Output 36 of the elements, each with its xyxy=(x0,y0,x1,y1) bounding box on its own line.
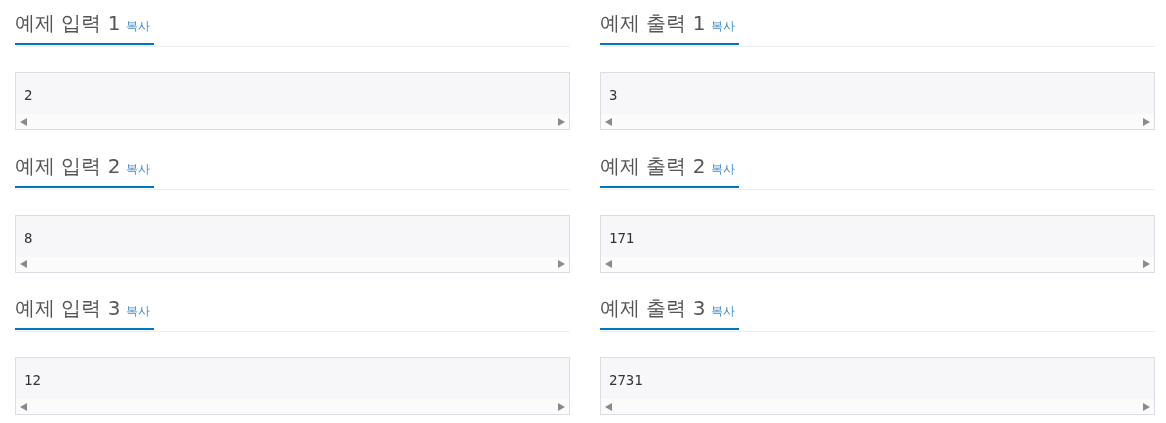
left-arrow-icon[interactable] xyxy=(605,260,612,268)
right-arrow-icon[interactable] xyxy=(558,402,565,411)
copy-link[interactable]: 복사 xyxy=(126,296,151,326)
right-arrow-icon[interactable] xyxy=(558,260,565,268)
section-heading: 예제 입력 2 xyxy=(15,152,121,180)
right-arrow-icon[interactable] xyxy=(1143,260,1150,268)
copy-link[interactable]: 복사 xyxy=(126,153,151,184)
sample-text: 2 xyxy=(23,86,34,105)
left-arrow-icon[interactable] xyxy=(20,117,27,126)
section-heading: 예제 출력 3 xyxy=(600,295,706,322)
left-arrow-icon[interactable] xyxy=(605,117,612,126)
section-heading: 예제 출력 2 xyxy=(600,152,706,180)
copy-link[interactable]: 복사 xyxy=(126,11,151,41)
right-arrow-icon[interactable] xyxy=(1143,402,1150,411)
sample-text: 8 xyxy=(23,228,34,248)
section-heading: 예제 입력 3 xyxy=(15,295,121,322)
sample-text: 2731 xyxy=(608,371,644,390)
right-arrow-icon[interactable] xyxy=(1143,117,1150,126)
sample-text: 171 xyxy=(608,228,636,248)
right-arrow-icon[interactable] xyxy=(558,117,565,126)
scrollbar[interactable] xyxy=(16,256,569,272)
copy-link[interactable]: 복사 xyxy=(711,153,736,184)
copy-link[interactable]: 복사 xyxy=(711,11,736,41)
sample-text: 12 xyxy=(23,371,42,390)
left-arrow-icon[interactable] xyxy=(20,260,27,268)
sample-text: 3 xyxy=(608,86,619,105)
copy-link[interactable]: 복사 xyxy=(711,296,736,326)
section-heading: 예제 입력 1 xyxy=(15,10,121,37)
scrollbar[interactable] xyxy=(601,114,1154,129)
scrollbar[interactable] xyxy=(601,399,1154,414)
scrollbar[interactable] xyxy=(16,114,569,129)
section-heading: 예제 출력 1 xyxy=(600,10,706,37)
left-arrow-icon[interactable] xyxy=(20,402,27,411)
left-arrow-icon[interactable] xyxy=(605,402,612,411)
scrollbar[interactable] xyxy=(16,399,569,414)
scrollbar[interactable] xyxy=(601,256,1154,272)
